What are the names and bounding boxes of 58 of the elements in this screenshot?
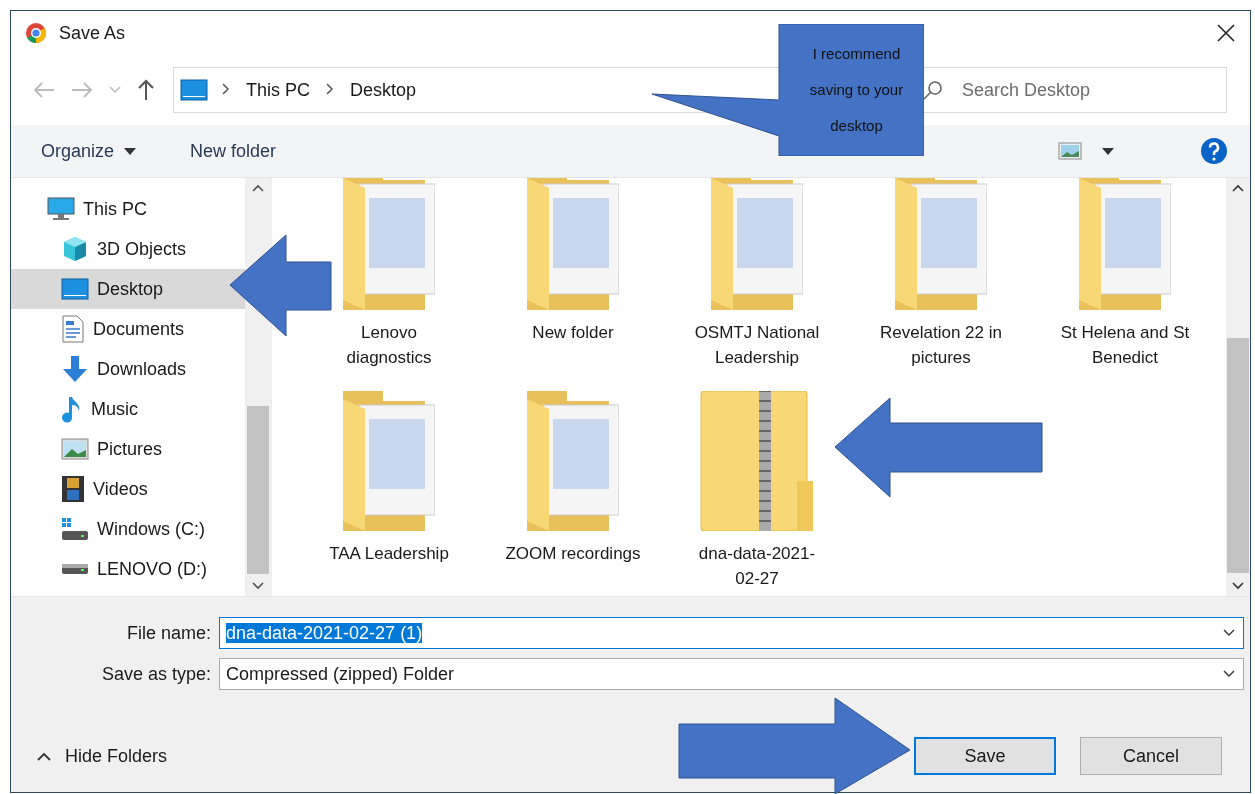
close-icon[interactable] xyxy=(1216,23,1236,43)
navigation-item[interactable]: Desktop xyxy=(11,269,245,309)
file-item[interactable]: ZOOM recordings xyxy=(481,391,665,591)
download-arrow-icon xyxy=(61,355,89,383)
film-icon xyxy=(61,475,85,503)
folder-icon xyxy=(343,391,435,531)
desktop-icon xyxy=(180,79,208,101)
file-item[interactable]: dna-data-2021-02-27 xyxy=(665,391,849,591)
navigation-item[interactable]: This PC xyxy=(11,189,245,229)
scroll-up-icon[interactable] xyxy=(252,184,264,192)
breadcrumb[interactable]: This PC xyxy=(244,79,312,101)
chevron-icon[interactable] xyxy=(1223,670,1235,678)
computer-icon xyxy=(47,197,75,221)
scroll-down-icon[interactable] xyxy=(252,582,264,590)
caret-icon xyxy=(124,147,137,155)
view-options-button[interactable] xyxy=(1058,142,1114,160)
chevron-icon[interactable] xyxy=(1223,629,1235,637)
file-item[interactable]: New folder xyxy=(481,178,665,370)
breadcrumb[interactable]: Desktop xyxy=(348,79,419,101)
cube-icon xyxy=(61,235,89,263)
file-item[interactable]: OSMTJ National Leadership xyxy=(665,178,849,370)
chevron-icon xyxy=(37,751,51,761)
file-item[interactable]: St Helena and St Benedict xyxy=(1033,178,1217,370)
navigation-item[interactable]: Documents xyxy=(11,309,245,349)
navigation-item[interactable]: 3D Objects xyxy=(11,229,245,269)
browser-logo-icon xyxy=(25,22,47,44)
hide-folders-button[interactable]: Hide Folders xyxy=(31,744,174,768)
field-label: File name: xyxy=(125,622,211,644)
scrollbar[interactable] xyxy=(1226,178,1250,596)
drive-icon xyxy=(61,563,89,575)
new-folder-button[interactable]: New folder xyxy=(188,138,279,164)
file-item[interactable]: TAA Leadership xyxy=(297,391,481,591)
folder-icon xyxy=(527,391,619,531)
document-icon xyxy=(61,315,85,343)
callout-tooltip: I recommend saving to your desktop xyxy=(652,24,924,156)
navigation-item[interactable]: LENOVO (D:) xyxy=(11,549,245,589)
save-button[interactable]: Save xyxy=(914,737,1056,775)
field-label: Save as type: xyxy=(100,663,211,685)
drive-icon xyxy=(61,517,89,541)
navigation-item[interactable]: Music xyxy=(11,389,245,429)
window-title: Save As xyxy=(59,22,127,44)
navigation-item[interactable]: Videos xyxy=(11,469,245,509)
file-name-field[interactable]: dna-data-2021-02-27 (1) xyxy=(219,617,1244,649)
organize-menu-button[interactable]: Organize xyxy=(39,138,139,164)
chevron-icon xyxy=(109,86,121,94)
navigation-item[interactable]: Windows (C:) xyxy=(11,509,245,549)
cancel-button[interactable]: Cancel xyxy=(1080,737,1222,775)
navigation-item[interactable]: Pictures xyxy=(11,429,245,469)
picture-icon xyxy=(61,438,89,460)
file-type-dropdown[interactable]: Compressed (zipped) Folder xyxy=(219,658,1244,690)
caret-icon xyxy=(1102,147,1114,155)
navigation-item[interactable]: Downloads xyxy=(11,349,245,389)
desktop-icon xyxy=(61,278,89,300)
help-icon[interactable] xyxy=(1200,137,1228,165)
scroll-down-icon[interactable] xyxy=(1232,582,1244,590)
search-icon xyxy=(922,79,944,101)
file-item[interactable]: Revelation 22 in pictures xyxy=(849,178,1033,370)
scroll-up-icon[interactable] xyxy=(1232,184,1244,192)
